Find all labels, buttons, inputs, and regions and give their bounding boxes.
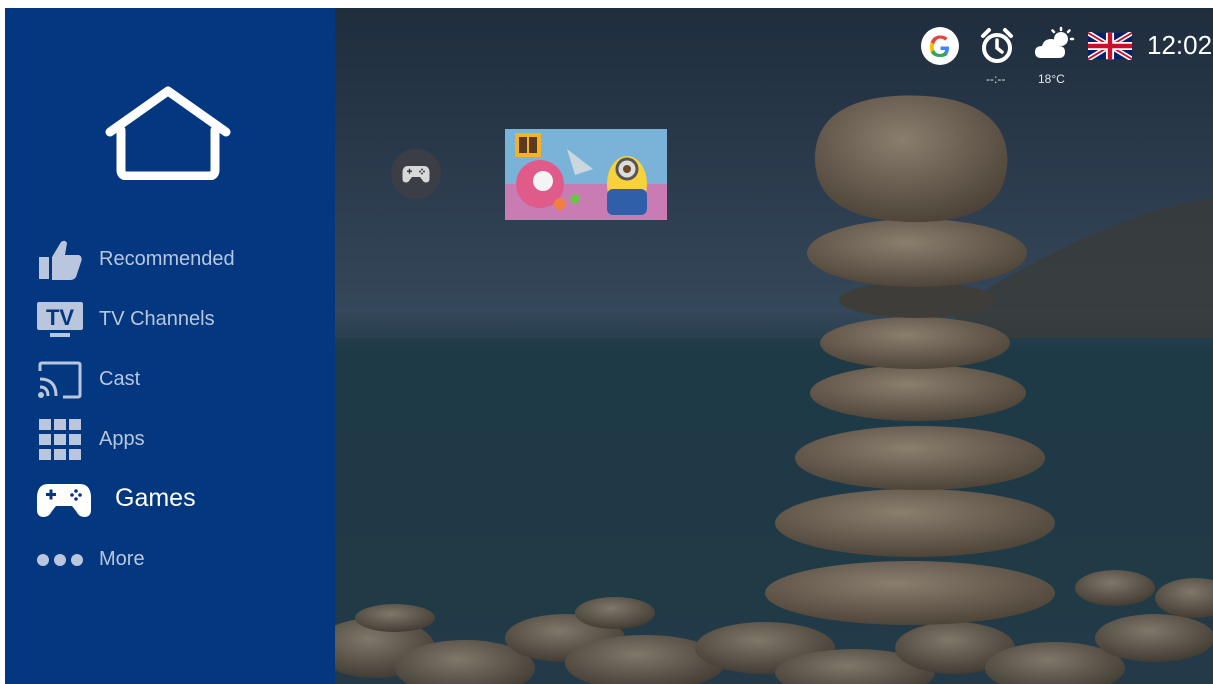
tv-home-screen: Recommended TV TV Channels Cast Apps Gam… (5, 8, 1213, 684)
gamepad-icon (402, 166, 430, 183)
sidebar-item-label: TV Channels (99, 308, 215, 330)
sidebar-item-label: Games (115, 484, 196, 512)
uk-flag-icon[interactable] (1088, 32, 1132, 60)
sidebar-item-label: More (99, 548, 145, 570)
sidebar-item-tv-channels[interactable]: TV TV Channels (35, 298, 335, 348)
game-thumbnail[interactable] (505, 129, 667, 220)
games-launcher-button[interactable] (391, 149, 441, 199)
sidebar-item-recommended[interactable]: Recommended (35, 238, 335, 288)
tv-icon: TV (35, 298, 85, 342)
weather-icon[interactable] (1033, 26, 1075, 66)
sidebar: Recommended TV TV Channels Cast Apps Gam… (5, 8, 335, 684)
gamepad-icon (35, 478, 93, 522)
sidebar-item-games[interactable]: Games (35, 478, 335, 528)
alarm-clock-icon[interactable] (977, 26, 1017, 66)
game-thumbnail-art (505, 129, 667, 220)
more-dots-icon (35, 538, 85, 582)
sidebar-item-more[interactable]: More (35, 538, 335, 588)
home-icon[interactable] (105, 86, 231, 180)
svg-text:TV: TV (46, 305, 74, 330)
alarm-text: --:-- (986, 72, 1006, 86)
google-icon[interactable] (920, 26, 960, 66)
background-wallpaper (335, 8, 1213, 684)
clock-time: 12:02 (1147, 30, 1213, 60)
weather-temperature: 18°C (1038, 72, 1065, 86)
sidebar-item-label: Apps (99, 428, 145, 450)
sidebar-item-label: Recommended (99, 248, 235, 270)
apps-grid-icon (35, 418, 85, 462)
cast-icon (35, 358, 85, 402)
thumbs-up-icon (35, 238, 85, 282)
sidebar-item-apps[interactable]: Apps (35, 418, 335, 468)
sidebar-item-cast[interactable]: Cast (35, 358, 335, 408)
sidebar-item-label: Cast (99, 368, 141, 390)
